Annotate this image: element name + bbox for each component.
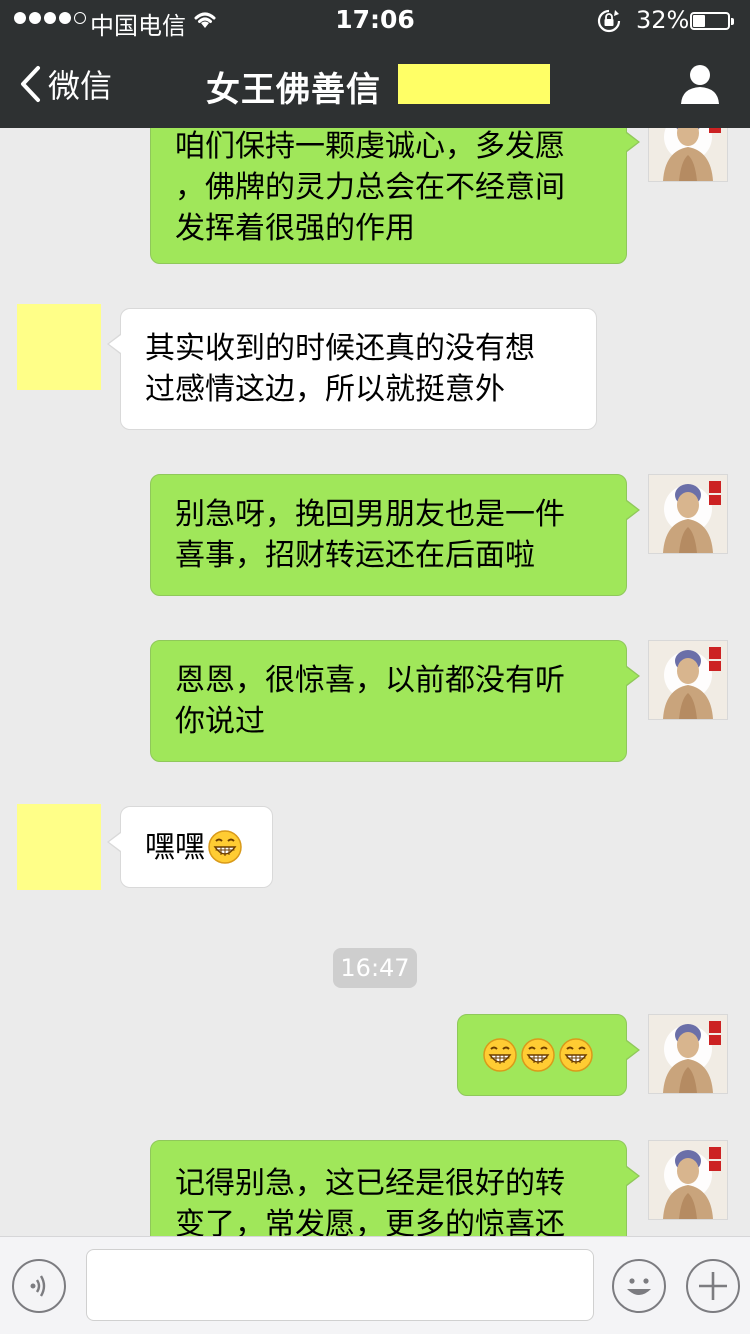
plus-icon <box>699 1272 727 1300</box>
grin-emoji-icon <box>521 1038 555 1072</box>
my-avatar[interactable] <box>648 474 728 554</box>
message-bubble[interactable]: 记得别急，这已经是很好的转 变了，常发愿，更多的惊喜还 <box>150 1140 640 1236</box>
grin-emoji-icon <box>483 1038 517 1072</box>
message-text: 嘿嘿 <box>145 829 205 865</box>
my-avatar[interactable] <box>648 1140 728 1220</box>
grin-emoji-icon <box>208 830 242 864</box>
plus-button[interactable] <box>686 1259 740 1313</box>
battery-level <box>693 15 705 27</box>
message-bubble[interactable] <box>457 1014 640 1096</box>
message-text: 恩恩，很惊喜，以前都没有听 你说过 <box>175 663 565 739</box>
chat-title: 女王佛善信 <box>206 70 381 110</box>
message-bubble[interactable]: 其实收到的时候还真的没有想 过感情这边，所以就挺意外 <box>107 308 597 430</box>
contact-avatar-redacted[interactable] <box>17 304 101 390</box>
buddha-avatar-icon <box>649 641 727 719</box>
message-text: 记得别急，这已经是很好的转 变了，常发愿，更多的惊喜还 <box>175 1166 565 1236</box>
my-avatar[interactable] <box>648 640 728 720</box>
chat-screen: 咱们保持一颗虔诚心，多发愿 ，佛牌的灵力总会在不经意间 发挥着很强的作用 其实收… <box>0 0 750 1334</box>
message-bubble[interactable]: 咱们保持一颗虔诚心，多发愿 ，佛牌的灵力总会在不经意间 发挥着很强的作用 <box>150 106 640 264</box>
message-input[interactable] <box>86 1249 594 1321</box>
timestamp-badge: 16:47 <box>333 948 417 988</box>
back-button[interactable]: 微信 <box>18 60 112 108</box>
contact-avatar-redacted[interactable] <box>17 804 101 890</box>
voice-button[interactable] <box>12 1259 66 1313</box>
status-bar: 中国电信 17:06 32% <box>0 0 750 40</box>
battery-icon <box>690 12 734 30</box>
message-bubble[interactable]: 嘿嘿 <box>107 806 273 888</box>
buddha-avatar-icon <box>649 1141 727 1219</box>
my-avatar[interactable] <box>648 1014 728 1094</box>
input-bar <box>0 1236 750 1334</box>
message-bubble[interactable]: 恩恩，很惊喜，以前都没有听 你说过 <box>150 640 640 762</box>
emoji-face-icon <box>627 1278 651 1295</box>
rotation-lock-icon <box>597 9 621 33</box>
buddha-avatar-icon <box>649 1015 727 1093</box>
chevron-left-icon <box>21 66 40 102</box>
message-text: 其实收到的时候还真的没有想 过感情这边，所以就挺意外 <box>145 331 535 407</box>
message-text: 咱们保持一颗虔诚心，多发愿 ，佛牌的灵力总会在不经意间 发挥着很强的作用 <box>175 129 565 246</box>
nav-bar: 微信 女王佛善信 <box>0 40 750 128</box>
back-label: 微信 <box>48 67 113 105</box>
battery-percent: 32% <box>636 6 690 34</box>
app-header: 中国电信 17:06 32% 微信 女王佛善信 <box>0 0 750 128</box>
voice-icon <box>30 1275 46 1297</box>
title-redaction <box>398 64 550 104</box>
buddha-avatar-icon <box>649 475 727 553</box>
message-text: 别急呀，挽回男朋友也是一件 喜事，招财转运还在后面啦 <box>175 497 565 573</box>
profile-icon[interactable] <box>678 62 722 106</box>
emoji-button[interactable] <box>612 1259 666 1313</box>
message-bubble[interactable]: 别急呀，挽回男朋友也是一件 喜事，招财转运还在后面啦 <box>150 474 640 596</box>
message-list[interactable]: 咱们保持一颗虔诚心，多发愿 ，佛牌的灵力总会在不经意间 发挥着很强的作用 其实收… <box>0 0 750 1236</box>
grin-emoji-icon <box>559 1038 593 1072</box>
